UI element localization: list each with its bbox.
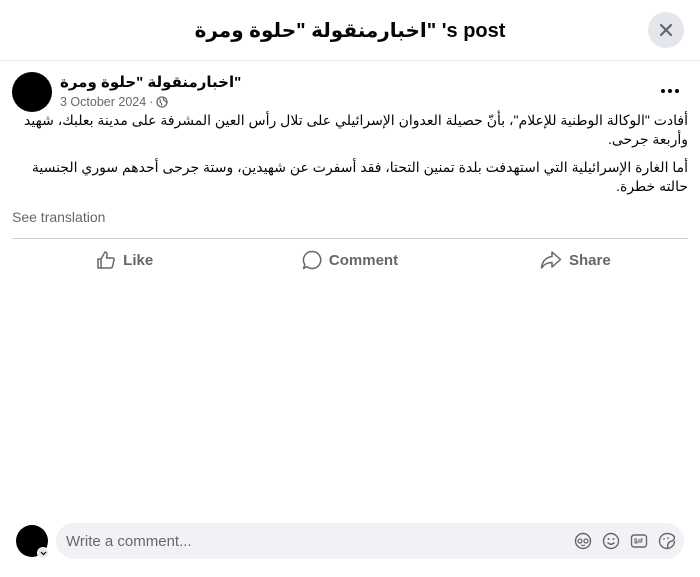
dialog-header: اخبارمنقولة "حلوة ومرة" 's post bbox=[0, 0, 700, 61]
close-icon bbox=[659, 23, 673, 37]
post-date[interactable]: 3 October 2024 bbox=[60, 95, 146, 109]
meta-separator: · bbox=[149, 95, 154, 109]
comment-composer bbox=[56, 523, 684, 559]
chevron-down-icon bbox=[40, 551, 46, 555]
like-button[interactable]: Like bbox=[12, 242, 237, 278]
gif-button[interactable] bbox=[630, 532, 648, 550]
emoji-icon bbox=[602, 532, 620, 550]
share-label: Share bbox=[568, 251, 611, 269]
share-arrow-icon bbox=[540, 251, 562, 269]
author-name[interactable]: اخبارمنقولة "حلوة ومرة" bbox=[60, 73, 241, 91]
like-label: Like bbox=[123, 251, 154, 269]
speech-bubble-icon bbox=[302, 250, 322, 270]
comment-button[interactable]: Comment bbox=[237, 242, 462, 278]
post-meta: 3 October 2024 · bbox=[60, 95, 168, 109]
post-paragraph-2: أما الغارة الإسرائيلية التي استهدفت بلدة… bbox=[31, 159, 688, 194]
share-button[interactable]: Share bbox=[463, 242, 688, 278]
author-avatar[interactable] bbox=[12, 72, 52, 112]
more-options-icon bbox=[661, 89, 679, 93]
post-paragraph-1: أفادت "الوكالة الوطنية للإعلام"، بأنّ حص… bbox=[24, 112, 688, 147]
comment-input[interactable] bbox=[66, 523, 556, 559]
dialog-title: اخبارمنقولة "حلوة ومرة" 's post bbox=[194, 20, 506, 42]
gif-icon bbox=[630, 534, 648, 548]
sticker-icon bbox=[658, 532, 676, 550]
post-actions-bar: Like Comment Share bbox=[12, 242, 688, 278]
sticker-button[interactable] bbox=[658, 532, 676, 550]
actions-divider bbox=[12, 238, 688, 239]
avatar-sticker-button[interactable] bbox=[574, 532, 592, 550]
avatar-sticker-icon bbox=[574, 532, 592, 550]
comment-label: Comment bbox=[328, 251, 399, 269]
profile-switcher-badge[interactable] bbox=[37, 547, 49, 559]
thumbs-up-icon bbox=[97, 251, 115, 269]
more-options-button[interactable] bbox=[652, 76, 688, 106]
emoji-button[interactable] bbox=[602, 532, 620, 550]
close-button[interactable] bbox=[648, 12, 684, 48]
composer-icons bbox=[574, 532, 676, 550]
globe-icon[interactable] bbox=[156, 96, 168, 108]
see-translation-link[interactable]: See translation bbox=[12, 209, 105, 225]
